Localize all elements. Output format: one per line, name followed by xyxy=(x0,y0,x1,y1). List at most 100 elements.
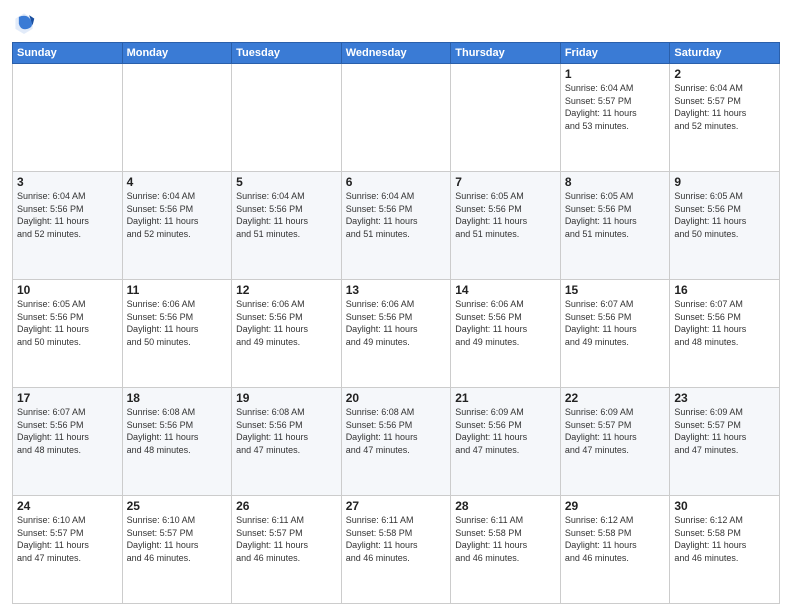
calendar-cell: 19Sunrise: 6:08 AM Sunset: 5:56 PM Dayli… xyxy=(232,388,342,496)
calendar-cell xyxy=(341,64,451,172)
weekday-wednesday: Wednesday xyxy=(341,43,451,64)
calendar-cell: 12Sunrise: 6:06 AM Sunset: 5:56 PM Dayli… xyxy=(232,280,342,388)
calendar-cell: 28Sunrise: 6:11 AM Sunset: 5:58 PM Dayli… xyxy=(451,496,561,604)
day-info: Sunrise: 6:12 AM Sunset: 5:58 PM Dayligh… xyxy=(565,514,666,564)
weekday-thursday: Thursday xyxy=(451,43,561,64)
day-number: 16 xyxy=(674,283,775,297)
calendar-cell: 25Sunrise: 6:10 AM Sunset: 5:57 PM Dayli… xyxy=(122,496,232,604)
day-info: Sunrise: 6:04 AM Sunset: 5:56 PM Dayligh… xyxy=(17,190,118,240)
calendar-cell: 26Sunrise: 6:11 AM Sunset: 5:57 PM Dayli… xyxy=(232,496,342,604)
week-row-1: 3Sunrise: 6:04 AM Sunset: 5:56 PM Daylig… xyxy=(13,172,780,280)
day-info: Sunrise: 6:04 AM Sunset: 5:56 PM Dayligh… xyxy=(127,190,228,240)
calendar-cell: 18Sunrise: 6:08 AM Sunset: 5:56 PM Dayli… xyxy=(122,388,232,496)
day-info: Sunrise: 6:06 AM Sunset: 5:56 PM Dayligh… xyxy=(127,298,228,348)
calendar-cell: 5Sunrise: 6:04 AM Sunset: 5:56 PM Daylig… xyxy=(232,172,342,280)
calendar: SundayMondayTuesdayWednesdayThursdayFrid… xyxy=(12,42,780,604)
day-info: Sunrise: 6:04 AM Sunset: 5:57 PM Dayligh… xyxy=(565,82,666,132)
calendar-cell: 4Sunrise: 6:04 AM Sunset: 5:56 PM Daylig… xyxy=(122,172,232,280)
day-info: Sunrise: 6:10 AM Sunset: 5:57 PM Dayligh… xyxy=(17,514,118,564)
week-row-3: 17Sunrise: 6:07 AM Sunset: 5:56 PM Dayli… xyxy=(13,388,780,496)
day-info: Sunrise: 6:06 AM Sunset: 5:56 PM Dayligh… xyxy=(236,298,337,348)
day-info: Sunrise: 6:05 AM Sunset: 5:56 PM Dayligh… xyxy=(17,298,118,348)
calendar-cell: 21Sunrise: 6:09 AM Sunset: 5:56 PM Dayli… xyxy=(451,388,561,496)
calendar-cell: 23Sunrise: 6:09 AM Sunset: 5:57 PM Dayli… xyxy=(670,388,780,496)
day-info: Sunrise: 6:11 AM Sunset: 5:57 PM Dayligh… xyxy=(236,514,337,564)
day-number: 24 xyxy=(17,499,118,513)
calendar-cell: 7Sunrise: 6:05 AM Sunset: 5:56 PM Daylig… xyxy=(451,172,561,280)
day-number: 7 xyxy=(455,175,556,189)
calendar-cell: 29Sunrise: 6:12 AM Sunset: 5:58 PM Dayli… xyxy=(560,496,670,604)
day-info: Sunrise: 6:04 AM Sunset: 5:56 PM Dayligh… xyxy=(346,190,447,240)
weekday-header-row: SundayMondayTuesdayWednesdayThursdayFrid… xyxy=(13,43,780,64)
calendar-cell: 6Sunrise: 6:04 AM Sunset: 5:56 PM Daylig… xyxy=(341,172,451,280)
calendar-cell: 9Sunrise: 6:05 AM Sunset: 5:56 PM Daylig… xyxy=(670,172,780,280)
day-info: Sunrise: 6:06 AM Sunset: 5:56 PM Dayligh… xyxy=(346,298,447,348)
day-number: 6 xyxy=(346,175,447,189)
header xyxy=(12,10,780,34)
logo-icon xyxy=(12,10,36,34)
calendar-cell: 2Sunrise: 6:04 AM Sunset: 5:57 PM Daylig… xyxy=(670,64,780,172)
calendar-cell: 13Sunrise: 6:06 AM Sunset: 5:56 PM Dayli… xyxy=(341,280,451,388)
day-number: 15 xyxy=(565,283,666,297)
day-info: Sunrise: 6:10 AM Sunset: 5:57 PM Dayligh… xyxy=(127,514,228,564)
day-info: Sunrise: 6:08 AM Sunset: 5:56 PM Dayligh… xyxy=(346,406,447,456)
week-row-2: 10Sunrise: 6:05 AM Sunset: 5:56 PM Dayli… xyxy=(13,280,780,388)
day-info: Sunrise: 6:11 AM Sunset: 5:58 PM Dayligh… xyxy=(346,514,447,564)
weekday-saturday: Saturday xyxy=(670,43,780,64)
day-number: 30 xyxy=(674,499,775,513)
day-number: 8 xyxy=(565,175,666,189)
weekday-friday: Friday xyxy=(560,43,670,64)
week-row-0: 1Sunrise: 6:04 AM Sunset: 5:57 PM Daylig… xyxy=(13,64,780,172)
day-info: Sunrise: 6:09 AM Sunset: 5:57 PM Dayligh… xyxy=(565,406,666,456)
day-number: 9 xyxy=(674,175,775,189)
logo xyxy=(12,10,40,34)
day-number: 29 xyxy=(565,499,666,513)
day-info: Sunrise: 6:05 AM Sunset: 5:56 PM Dayligh… xyxy=(455,190,556,240)
calendar-cell: 3Sunrise: 6:04 AM Sunset: 5:56 PM Daylig… xyxy=(13,172,123,280)
weekday-tuesday: Tuesday xyxy=(232,43,342,64)
calendar-cell: 1Sunrise: 6:04 AM Sunset: 5:57 PM Daylig… xyxy=(560,64,670,172)
day-info: Sunrise: 6:08 AM Sunset: 5:56 PM Dayligh… xyxy=(127,406,228,456)
day-number: 28 xyxy=(455,499,556,513)
day-info: Sunrise: 6:04 AM Sunset: 5:56 PM Dayligh… xyxy=(236,190,337,240)
calendar-cell: 20Sunrise: 6:08 AM Sunset: 5:56 PM Dayli… xyxy=(341,388,451,496)
day-info: Sunrise: 6:11 AM Sunset: 5:58 PM Dayligh… xyxy=(455,514,556,564)
day-number: 17 xyxy=(17,391,118,405)
weekday-monday: Monday xyxy=(122,43,232,64)
day-number: 27 xyxy=(346,499,447,513)
day-number: 14 xyxy=(455,283,556,297)
calendar-cell: 11Sunrise: 6:06 AM Sunset: 5:56 PM Dayli… xyxy=(122,280,232,388)
day-info: Sunrise: 6:07 AM Sunset: 5:56 PM Dayligh… xyxy=(565,298,666,348)
calendar-cell: 10Sunrise: 6:05 AM Sunset: 5:56 PM Dayli… xyxy=(13,280,123,388)
day-number: 3 xyxy=(17,175,118,189)
day-info: Sunrise: 6:08 AM Sunset: 5:56 PM Dayligh… xyxy=(236,406,337,456)
calendar-cell: 17Sunrise: 6:07 AM Sunset: 5:56 PM Dayli… xyxy=(13,388,123,496)
day-info: Sunrise: 6:07 AM Sunset: 5:56 PM Dayligh… xyxy=(17,406,118,456)
day-info: Sunrise: 6:05 AM Sunset: 5:56 PM Dayligh… xyxy=(565,190,666,240)
day-info: Sunrise: 6:07 AM Sunset: 5:56 PM Dayligh… xyxy=(674,298,775,348)
day-number: 1 xyxy=(565,67,666,81)
calendar-cell: 27Sunrise: 6:11 AM Sunset: 5:58 PM Dayli… xyxy=(341,496,451,604)
calendar-cell: 16Sunrise: 6:07 AM Sunset: 5:56 PM Dayli… xyxy=(670,280,780,388)
calendar-cell: 14Sunrise: 6:06 AM Sunset: 5:56 PM Dayli… xyxy=(451,280,561,388)
day-number: 11 xyxy=(127,283,228,297)
calendar-cell: 8Sunrise: 6:05 AM Sunset: 5:56 PM Daylig… xyxy=(560,172,670,280)
day-info: Sunrise: 6:05 AM Sunset: 5:56 PM Dayligh… xyxy=(674,190,775,240)
day-number: 25 xyxy=(127,499,228,513)
calendar-cell: 24Sunrise: 6:10 AM Sunset: 5:57 PM Dayli… xyxy=(13,496,123,604)
day-number: 18 xyxy=(127,391,228,405)
day-number: 2 xyxy=(674,67,775,81)
day-info: Sunrise: 6:06 AM Sunset: 5:56 PM Dayligh… xyxy=(455,298,556,348)
day-info: Sunrise: 6:04 AM Sunset: 5:57 PM Dayligh… xyxy=(674,82,775,132)
day-number: 12 xyxy=(236,283,337,297)
calendar-cell xyxy=(451,64,561,172)
calendar-cell: 30Sunrise: 6:12 AM Sunset: 5:58 PM Dayli… xyxy=(670,496,780,604)
day-info: Sunrise: 6:09 AM Sunset: 5:57 PM Dayligh… xyxy=(674,406,775,456)
day-number: 22 xyxy=(565,391,666,405)
calendar-cell: 15Sunrise: 6:07 AM Sunset: 5:56 PM Dayli… xyxy=(560,280,670,388)
day-number: 26 xyxy=(236,499,337,513)
day-number: 5 xyxy=(236,175,337,189)
day-number: 10 xyxy=(17,283,118,297)
calendar-cell xyxy=(13,64,123,172)
day-number: 23 xyxy=(674,391,775,405)
